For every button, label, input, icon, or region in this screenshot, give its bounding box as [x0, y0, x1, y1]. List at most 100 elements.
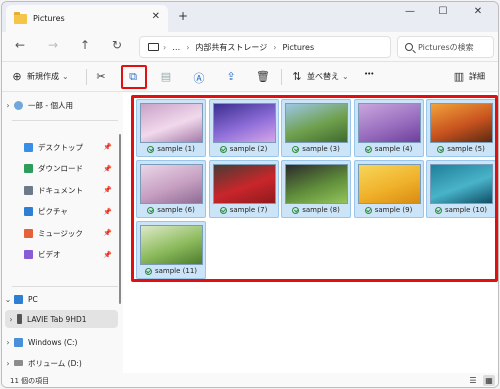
new-label: 新規作成 [27, 72, 59, 81]
pin-icon[interactable]: 📌 [103, 143, 112, 151]
address-bar[interactable]: › … › 内部共有ストレージ › Pictures [139, 36, 391, 58]
rename-button[interactable]: Ⓐ [192, 70, 206, 86]
command-bar: ⊕ 新規作成 ⌄ ✂ ⧉ ▤ Ⓐ ⇪ 🗑 ⇅ 並べ替え ⌄ ••• ▥ 詳細 [2, 62, 498, 92]
sidebar-item-quick-access[interactable]: ミュージック 📌 [2, 224, 120, 242]
sidebar-item-home[interactable]: › 一郎 - 個人用 [2, 96, 120, 114]
windows-drive-icon [14, 337, 23, 347]
item-count: 11 個の項目 [10, 377, 50, 385]
folder-icon [14, 11, 27, 24]
search-placeholder: Picturesの検索 [418, 42, 474, 52]
pin-icon[interactable]: 📌 [103, 229, 112, 237]
sidebar-item-label: デスクトップ [38, 142, 83, 152]
refresh-button[interactable]: ↻ [109, 38, 125, 52]
minimize-button[interactable]: — [400, 6, 420, 17]
folder-icon [24, 207, 33, 216]
file-explorer-window: Pictures ✕ + — ☐ ✕ ← → ↑ ↻ › … › 内部共有ストレ… [1, 1, 499, 388]
sidebar-item-device[interactable]: › LAVIE Tab 9HD1 [5, 310, 118, 328]
scissors-icon: ✂ [96, 70, 106, 83]
folder-icon [24, 228, 33, 238]
sidebar-divider [12, 120, 118, 121]
breadcrumb-overflow[interactable]: … [172, 43, 180, 52]
details-label: 詳細 [469, 72, 485, 81]
title-bar: Pictures ✕ + — ☐ ✕ [2, 2, 498, 32]
breadcrumb-item-pictures[interactable]: Pictures [282, 43, 314, 52]
large-icons-view-button[interactable]: ▦ [483, 375, 495, 386]
paste-button[interactable]: ▤ [159, 70, 173, 83]
expand-icon[interactable]: › [2, 101, 14, 110]
sidebar-item-label: ダウンロード [38, 164, 83, 173]
chevron-down-icon: ⌄ [62, 72, 69, 81]
sort-label: 並べ替え [307, 72, 339, 81]
details-view-button[interactable]: ☰ [467, 375, 479, 386]
expand-icon[interactable]: › [2, 359, 14, 368]
chevron-down-icon: ⌄ [342, 72, 349, 81]
close-tab-icon[interactable]: ✕ [152, 11, 160, 22]
new-button[interactable]: ⊕ 新規作成 ⌄ [10, 70, 69, 83]
trash-icon: 🗑 [256, 70, 270, 83]
forward-button[interactable]: → [45, 38, 61, 52]
delete-button[interactable]: 🗑 [256, 70, 270, 83]
sidebar-item-label: ミュージック [38, 228, 83, 238]
sidebar-item-quick-access[interactable]: ピクチャ 📌 [2, 203, 120, 221]
sidebar-item-label: PC [28, 294, 38, 304]
sidebar-item-label: ドキュメント [38, 185, 83, 195]
plus-icon: ⊕ [12, 70, 22, 83]
sidebar-item-label: ボリューム (D:) [28, 358, 82, 368]
toolbar-divider [86, 69, 87, 85]
sort-button[interactable]: ⇅ 並べ替え ⌄ [290, 70, 349, 83]
cloud-icon [14, 100, 23, 110]
navigation-pane: › 一郎 - 個人用 デスクトップ 📌 ダウンロード 📌 ドキュメント 📌 ピクチャ 📌 ミュー… [2, 93, 123, 373]
sidebar-item-label: 一郎 - 個人用 [28, 100, 73, 110]
pc-icon [14, 294, 23, 304]
clipboard-icon: ▤ [160, 70, 172, 83]
search-icon [405, 43, 413, 51]
close-window-button[interactable]: ✕ [468, 6, 488, 17]
sort-icon: ⇅ [292, 70, 302, 83]
collapse-icon[interactable]: ⌄ [2, 295, 14, 304]
sidebar-item-drive-c[interactable]: › Windows (C:) [2, 333, 120, 351]
tab-pictures[interactable]: Pictures ✕ [6, 5, 168, 32]
sidebar-item-label: Windows (C:) [28, 337, 78, 347]
sidebar-item-quick-access[interactable]: ダウンロード 📌 [2, 160, 120, 178]
cut-button[interactable]: ✂ [94, 70, 108, 83]
breadcrumb-separator: › [273, 42, 277, 52]
folder-icon [24, 142, 33, 152]
sidebar-item-drive-d[interactable]: › ボリューム (D:) [2, 354, 120, 372]
folder-icon [24, 250, 33, 259]
pin-icon[interactable]: 📌 [103, 251, 112, 259]
sidebar-item-quick-access[interactable]: ドキュメント 📌 [2, 181, 120, 199]
sidebar-item-label: LAVIE Tab 9HD1 [27, 314, 87, 324]
drive-icon [14, 360, 23, 366]
sidebar-item-quick-access[interactable]: ビデオ 📌 [2, 246, 120, 264]
back-button[interactable]: ← [12, 38, 28, 52]
tab-title: Pictures [33, 14, 65, 23]
sidebar-item-label: ピクチャ [38, 207, 68, 216]
pin-icon[interactable]: 📌 [103, 165, 112, 173]
pin-icon[interactable]: 📌 [103, 208, 112, 216]
expand-icon[interactable]: › [2, 338, 14, 347]
rename-icon: Ⓐ [193, 72, 205, 85]
maximize-button[interactable]: ☐ [433, 6, 453, 17]
folder-icon [24, 164, 33, 173]
expand-icon[interactable]: › [5, 315, 17, 324]
new-tab-button[interactable]: + [178, 9, 188, 23]
breadcrumb-separator: › [186, 42, 190, 52]
pc-icon [148, 43, 159, 51]
up-button[interactable]: ↑ [77, 38, 93, 52]
file-view: sample (1) sample (2) sample (3) sample (4)… [123, 93, 498, 373]
sidebar-scrollbar[interactable] [119, 134, 121, 304]
address-row: ← → ↑ ↻ › … › 内部共有ストレージ › Pictures Pictu… [2, 32, 498, 62]
share-button[interactable]: ⇪ [224, 70, 238, 83]
breadcrumb-item-storage[interactable]: 内部共有ストレージ [195, 42, 267, 53]
pin-icon[interactable]: 📌 [103, 186, 112, 194]
sidebar-item-quick-access[interactable]: デスクトップ 📌 [2, 138, 120, 156]
copy-button-highlight [121, 65, 147, 89]
sidebar-item-pc[interactable]: ⌄ PC [2, 290, 120, 308]
folder-icon [24, 185, 33, 195]
sidebar-divider [12, 286, 118, 287]
search-input[interactable]: Picturesの検索 [397, 36, 494, 58]
more-options-button[interactable]: ••• [364, 70, 374, 78]
details-button[interactable]: ▥ 詳細 [452, 70, 485, 83]
tablet-icon [17, 314, 22, 324]
details-pane-icon: ▥ [453, 70, 465, 83]
